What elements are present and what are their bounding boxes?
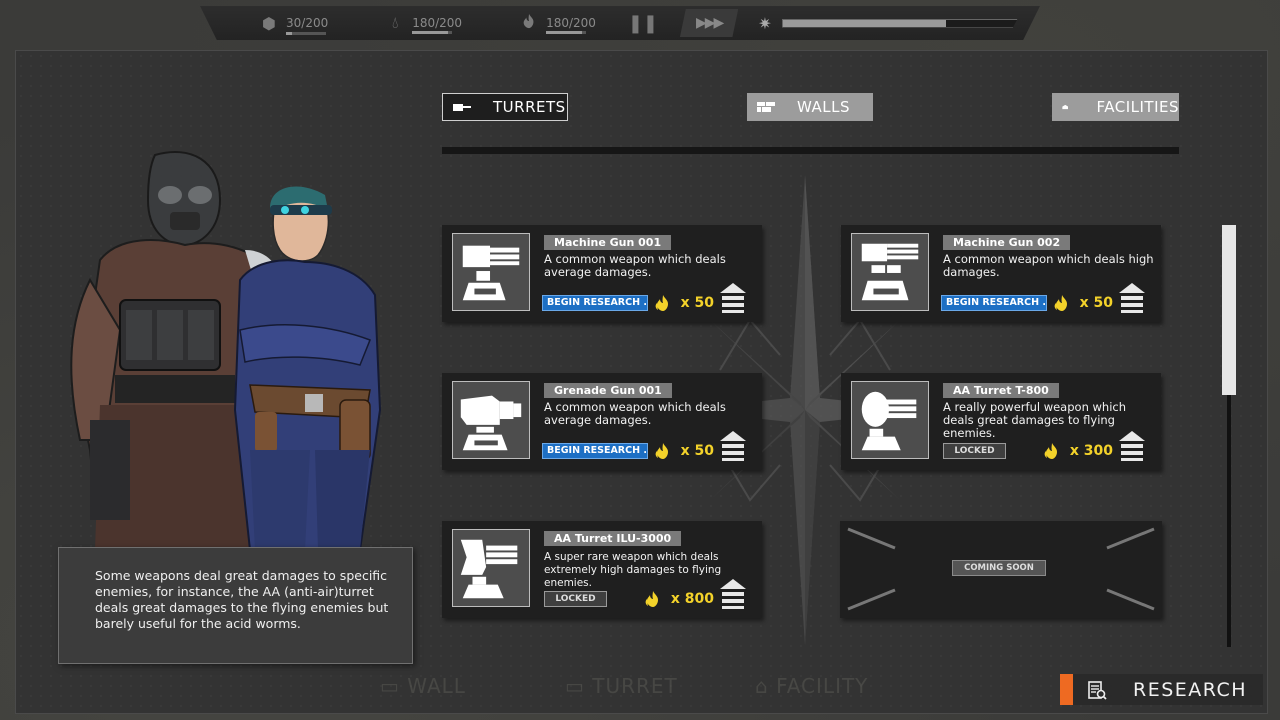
card-cost-value: x 50 bbox=[680, 295, 714, 311]
research-button-label: RESEARCH bbox=[1133, 678, 1248, 701]
resource-hexagon-bar bbox=[286, 31, 326, 35]
card-description: A common weapon which deals average dama… bbox=[544, 252, 726, 279]
card-description: A common weapon which deals high damages… bbox=[943, 252, 1154, 279]
flame-icon bbox=[1054, 295, 1067, 311]
card-name: Machine Gun 001 bbox=[544, 235, 672, 250]
flame-icon bbox=[645, 591, 658, 607]
card-cost: x 50 bbox=[1052, 294, 1113, 312]
resource-water-value: 180/200 bbox=[412, 16, 463, 30]
scrollbar-track[interactable] bbox=[1227, 395, 1231, 647]
research-button[interactable]: RESEARCH bbox=[1060, 674, 1263, 705]
machine-gun-thumbnail bbox=[452, 233, 530, 311]
scrollbar-thumb[interactable] bbox=[1222, 225, 1236, 395]
tab-turrets[interactable]: TURRETS bbox=[442, 93, 568, 121]
ghost-label-facility: ⌂ FACILITY bbox=[755, 674, 869, 698]
ghost-label-wall: ▭ WALL bbox=[380, 674, 466, 698]
resource-bar: ⬢ 30/200 💧︎ 180/200 180/200 ❚❚ ▶▶▶ ✷ bbox=[200, 6, 1040, 40]
research-card-aa-turret-t-800[interactable]: AA Turret T-800 A really powerful weapon… bbox=[841, 373, 1161, 470]
research-card-aa-turret-ilu-3000[interactable]: AA Turret ILU-3000 A super rare weapon w… bbox=[442, 521, 762, 618]
flame-icon bbox=[655, 295, 668, 311]
card-cost: x 50 bbox=[653, 442, 714, 460]
card-cost-value: x 50 bbox=[680, 443, 714, 459]
flame-icon bbox=[1044, 443, 1057, 459]
tab-walls-label: WALLS bbox=[797, 98, 851, 116]
card-cost-value: x 50 bbox=[1079, 295, 1113, 311]
card-cost-value: x 800 bbox=[670, 591, 714, 607]
upgrade-arrow-icon[interactable] bbox=[720, 579, 746, 609]
machine-gun-thumbnail bbox=[851, 233, 929, 311]
tab-turrets-label: TURRETS bbox=[493, 98, 566, 116]
card-cost: x 50 bbox=[653, 294, 714, 312]
wall-icon bbox=[757, 102, 775, 112]
ghost-turret-text: TURRET bbox=[592, 674, 678, 698]
aa-turret-thumbnail bbox=[452, 529, 530, 607]
ghost-wall-text: WALL bbox=[407, 674, 466, 698]
grenade-gun-thumbnail bbox=[452, 381, 530, 459]
card-name: Grenade Gun 001 bbox=[544, 383, 672, 398]
tab-facilities[interactable]: FACILITIES bbox=[1052, 93, 1179, 121]
info-text: Some weapons deal great damages to speci… bbox=[95, 568, 389, 631]
hexagon-icon: ⬢ bbox=[262, 13, 276, 33]
flame-icon bbox=[655, 443, 668, 459]
mechanic-character bbox=[233, 186, 382, 550]
tab-walls[interactable]: WALLS bbox=[747, 93, 873, 121]
resource-flame-value: 180/200 bbox=[546, 16, 596, 30]
ghost-label-turret: ▭ TURRET bbox=[565, 674, 678, 698]
begin-research-button[interactable]: BEGIN RESEARCH ... bbox=[941, 295, 1047, 311]
card-cost: x 800 bbox=[643, 590, 714, 608]
pause-button[interactable]: ❚❚ bbox=[626, 13, 660, 34]
research-card-machine-gun-001[interactable]: Machine Gun 001 A common weapon which de… bbox=[442, 225, 762, 322]
water-drop-icon: 💧︎ bbox=[392, 13, 399, 32]
info-box: Some weapons deal great damages to speci… bbox=[58, 547, 413, 664]
tab-facilities-label: FACILITIES bbox=[1096, 98, 1179, 116]
upgrade-arrow-icon[interactable] bbox=[1119, 283, 1145, 313]
research-card-machine-gun-002[interactable]: Machine Gun 002 A common weapon which de… bbox=[841, 225, 1161, 322]
flame-icon bbox=[520, 13, 538, 33]
upgrade-arrow-icon[interactable] bbox=[720, 431, 746, 461]
research-card-grenade-gun-001[interactable]: Grenade Gun 001 A common weapon which de… bbox=[442, 373, 762, 470]
sun-icon: ✷ bbox=[758, 13, 772, 33]
card-description: A common weapon which deals average dama… bbox=[544, 400, 726, 427]
coming-soon-label: COMING SOON bbox=[952, 560, 1046, 576]
coming-soon-card: COMING SOON bbox=[840, 521, 1162, 618]
tab-divider bbox=[442, 147, 1179, 154]
cards-scrollbar[interactable] bbox=[1222, 225, 1236, 647]
facility-icon bbox=[1062, 104, 1069, 110]
resource-water-bar bbox=[412, 31, 453, 34]
upgrade-arrow-icon[interactable] bbox=[1119, 431, 1145, 461]
begin-research-button[interactable]: BEGIN RESEARCH ... bbox=[542, 443, 648, 459]
day-progress-bar bbox=[781, 18, 1018, 28]
aa-turret-thumbnail bbox=[851, 381, 929, 459]
begin-research-button[interactable]: BEGIN RESEARCH ... bbox=[542, 295, 648, 311]
card-name: AA Turret ILU-3000 bbox=[544, 531, 682, 546]
resource-flame-bar bbox=[546, 31, 587, 34]
card-name: AA Turret T-800 bbox=[943, 383, 1059, 398]
fast-forward-button[interactable]: ▶▶▶ bbox=[679, 9, 739, 37]
resource-hexagon: ⬢ 30/200 bbox=[260, 13, 329, 35]
resource-water: 💧︎ 180/200 bbox=[386, 13, 463, 34]
card-name: Machine Gun 002 bbox=[943, 235, 1071, 250]
resource-hexagon-value: 30/200 bbox=[286, 16, 329, 30]
turret-icon bbox=[453, 104, 471, 111]
research-document-icon bbox=[1088, 680, 1107, 700]
resource-flame: 180/200 bbox=[520, 13, 596, 34]
card-cost: x 300 bbox=[1042, 442, 1113, 460]
upgrade-arrow-icon[interactable] bbox=[720, 283, 746, 313]
locked-badge: LOCKED bbox=[943, 443, 1006, 459]
ghost-facility-text: FACILITY bbox=[776, 674, 869, 698]
research-accent-bar bbox=[1060, 674, 1073, 705]
card-cost-value: x 300 bbox=[1069, 443, 1113, 459]
characters-illustration bbox=[70, 151, 382, 550]
locked-badge: LOCKED bbox=[544, 591, 607, 607]
